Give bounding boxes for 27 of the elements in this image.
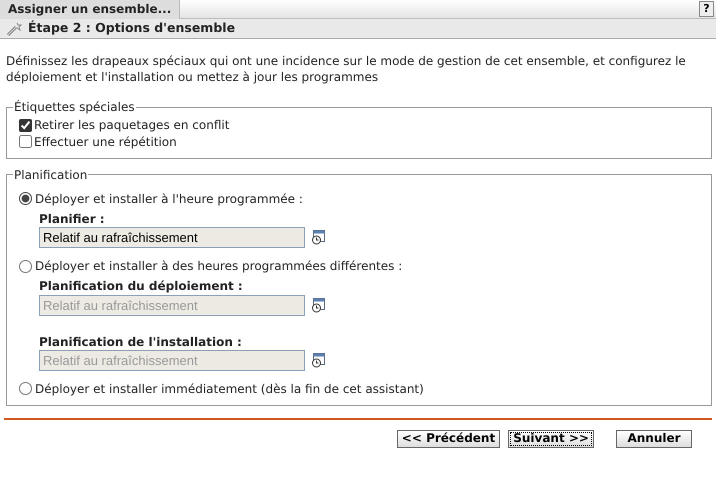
wand-icon [6, 22, 22, 36]
wizard-button[interactable]: Suivant >> [508, 430, 594, 448]
help-button[interactable]: ? [699, 1, 714, 17]
calendar-icon[interactable] [311, 298, 325, 312]
radio-label: Déployer et installer à l'heure programmée : [35, 190, 303, 207]
calendar-icon[interactable] [311, 230, 325, 246]
radio-label: Déployer et installer immédiatement (dès la fin de cet assistant) [35, 380, 424, 397]
radio-label: Déployer et installer à des heures programmées différentes : [35, 258, 402, 274]
checkbox-label: Effectuer une répétition [34, 134, 177, 150]
section-legend: Étiquettes spéciales [13, 101, 136, 114]
calendar-icon[interactable] [311, 352, 325, 368]
radio-button[interactable] [19, 382, 32, 396]
radio-button[interactable] [19, 260, 32, 273]
wizard-button[interactable]: Annuler [616, 430, 692, 448]
text-field[interactable]: Relatif au rafraîchissement [39, 227, 305, 248]
checkbox-label: Retirer les paquetages en conflit [34, 117, 230, 134]
field-label: Planifier : [39, 210, 106, 228]
checkbox[interactable] [19, 135, 32, 148]
window-title: Assigner un ensemble... [0, 0, 180, 19]
wizard-button[interactable]: << Précédent [396, 430, 500, 448]
description-text: Définissez les drapeaux spéciaux qui ont une incidence sur le mode de gestion de cet ensemble, et configurez le déploiement et l'installation ou mettez à jour les programmes [5, 53, 687, 86]
field-label: Planification de l'installation : [39, 334, 243, 350]
radio-button[interactable] [19, 192, 32, 206]
field-label: Planification du déploiement : [39, 278, 244, 294]
step-title: Étape 2 : Options d'ensemble [28, 20, 236, 37]
checkbox[interactable] [19, 118, 32, 132]
section-legend: Planification [13, 168, 88, 181]
